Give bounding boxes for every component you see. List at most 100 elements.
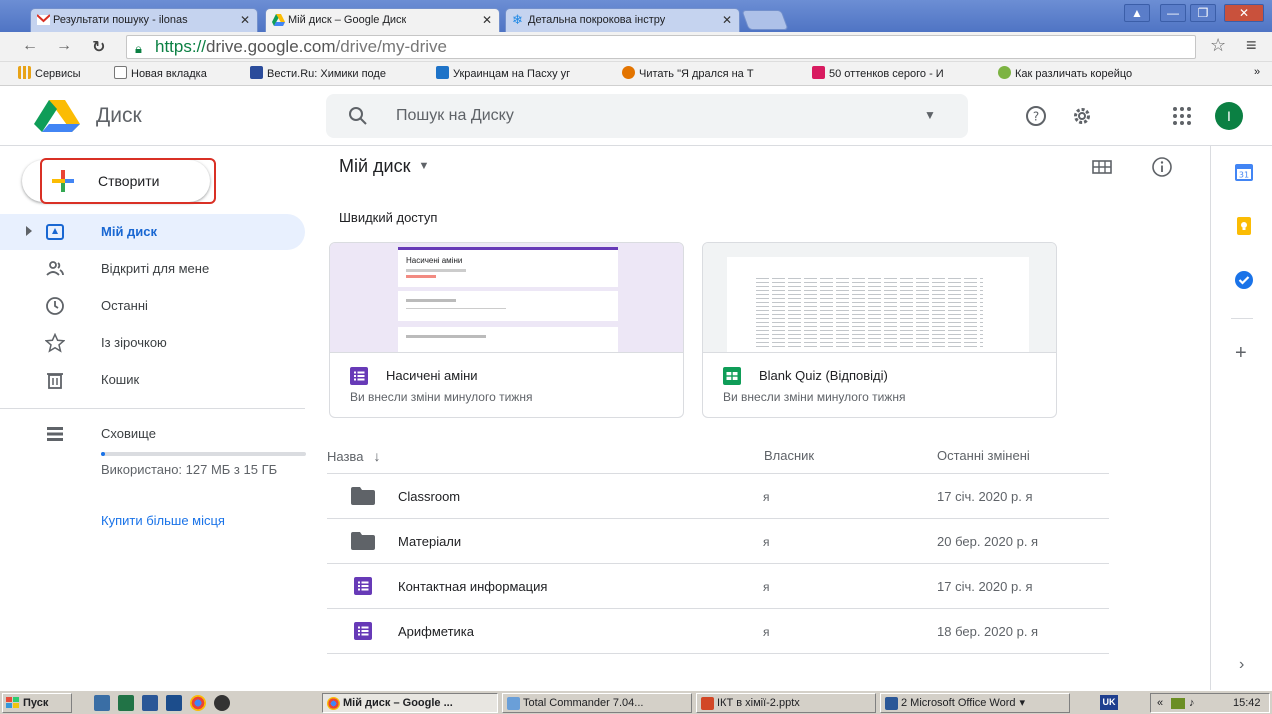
create-button[interactable]: Створити [22, 158, 216, 204]
tab-instructions[interactable]: ❄ Детальна покрокова інстру ✕ [505, 8, 740, 32]
start-button[interactable]: Пуск [2, 693, 72, 713]
volume-icon[interactable]: ♪ [1189, 694, 1195, 712]
snowflake-icon: ❄ [512, 12, 523, 27]
form-preview-header: Насичені аміни [398, 247, 618, 287]
tab-my-drive[interactable]: Мій диск – Google Диск ✕ [265, 8, 500, 32]
info-icon[interactable] [1151, 156, 1173, 178]
chrome-icon[interactable] [190, 695, 206, 711]
drive-app: Диск ▼ ? I Створити [0, 86, 1272, 690]
expand-arrow-icon[interactable] [26, 226, 32, 236]
bookmark-label: 50 оттенков серого - И [829, 68, 944, 80]
bookmark-new-tab[interactable]: Новая вкладка [114, 66, 207, 80]
chevron-down-icon[interactable]: ▼ [418, 160, 429, 172]
buy-storage-link[interactable]: Купити більше місця [101, 513, 225, 528]
word-icon[interactable] [142, 695, 158, 711]
green-circle-icon [998, 66, 1011, 79]
back-icon[interactable]: ← [22, 37, 38, 55]
quick-access-card[interactable]: Насичені аміни Насичені аміни Ви внесли … [329, 242, 684, 418]
column-label: Назва [327, 449, 364, 464]
taskbar-item-total-commander[interactable]: Total Commander 7.04... [502, 693, 692, 713]
more-bookmarks-icon[interactable]: » [1254, 66, 1260, 78]
grid-view-icon[interactable] [1091, 156, 1113, 178]
media-player-icon[interactable] [214, 695, 230, 711]
bookmark-label: Как различать корейцо [1015, 68, 1133, 80]
bookmark-read[interactable]: Читать "Я дрался на Т [622, 66, 790, 80]
sort-arrow-icon[interactable]: ↓ [373, 448, 380, 464]
help-icon[interactable]: ? [1024, 104, 1048, 128]
minimize-button[interactable]: — [1160, 4, 1186, 22]
close-icon[interactable]: ✕ [240, 9, 250, 31]
breadcrumb[interactable]: Мій диск ▼ [339, 156, 429, 177]
vesti-icon [250, 66, 263, 79]
file-row[interactable]: Classroom я 17 січ. 2020 р. я [327, 474, 1109, 519]
quick-access-card[interactable]: Blank Quiz (Відповіді) Ви внесли зміни м… [702, 242, 1057, 418]
avatar[interactable]: I [1215, 102, 1243, 130]
my-drive-icon [46, 224, 64, 240]
page-icon [114, 66, 127, 79]
keep-icon[interactable] [1234, 216, 1254, 236]
user-icon[interactable]: ▲ [1124, 4, 1150, 22]
show-desktop-icon[interactable] [94, 695, 110, 711]
taskbar-item-label: Мій диск – Google ... [343, 697, 453, 709]
sidebar-item-recent[interactable]: Останні [0, 288, 305, 324]
menu-icon[interactable]: ≡ [1246, 35, 1257, 56]
placeholder-line [406, 335, 486, 338]
language-indicator[interactable]: UK [1100, 695, 1118, 710]
excel-icon[interactable] [118, 695, 134, 711]
close-window-button[interactable]: ✕ [1224, 4, 1264, 22]
reload-icon[interactable]: ↻ [92, 37, 105, 57]
bookmark-label: Читать "Я дрался на Т [639, 68, 754, 80]
sidebar-item-shared[interactable]: Відкриті для мене [0, 251, 305, 287]
forms-icon [350, 367, 368, 385]
calendar-icon[interactable]: 31 [1234, 162, 1254, 182]
file-row[interactable]: Арифметика я 18 бер. 2020 р. я [327, 609, 1109, 654]
url-field[interactable]: 🔒︎ https://drive.google.com/drive/my-dri… [126, 35, 1196, 59]
tray-expand-icon[interactable]: « [1157, 694, 1163, 712]
url-scheme: https:// [155, 37, 207, 56]
forward-icon[interactable]: → [56, 37, 72, 55]
search-icon[interactable] [346, 104, 370, 128]
main-content: Мій диск ▼ Швидкий доступ Насичені аміни [315, 146, 1210, 690]
bookmark-korean[interactable]: Как различать корейцо [998, 66, 1166, 80]
network-icon[interactable] [1171, 698, 1185, 709]
add-addon-icon[interactable]: + [1235, 342, 1247, 365]
svg-text:?: ? [1033, 110, 1039, 124]
file-modified: 18 бер. 2020 р. я [937, 624, 1039, 639]
sidebar-item-starred[interactable]: Із зірочкою [0, 325, 305, 361]
column-header-name[interactable]: Назва ↓ [327, 448, 380, 464]
close-icon[interactable]: ✕ [722, 9, 732, 31]
floppy-icon[interactable] [166, 695, 182, 711]
tasks-icon[interactable] [1234, 270, 1254, 290]
sidebar-item-storage[interactable]: Сховище [0, 416, 305, 452]
column-header-modified[interactable]: Останні змінені [937, 448, 1030, 463]
search-box[interactable]: ▼ [326, 94, 968, 138]
file-row[interactable]: Контактная информация я 17 січ. 2020 р. … [327, 564, 1109, 609]
maximize-button[interactable]: ❐ [1190, 4, 1216, 22]
file-name: Насичені аміни [386, 368, 478, 383]
bookmark-50-shades[interactable]: 50 оттенков серого - И [812, 66, 980, 80]
new-tab-button[interactable] [741, 10, 789, 30]
taskbar-item-powerpoint[interactable]: ІКТ в хімії-2.pptx [696, 693, 876, 713]
screen: Результати пошуку - ilonas ✕ Мій диск – … [0, 0, 1272, 714]
form-preview-question [398, 291, 618, 321]
bookmark-easter[interactable]: Украинцам на Пасху уг [436, 66, 604, 80]
file-row[interactable]: Матеріали я 20 бер. 2020 р. я [327, 519, 1109, 564]
lock-icon: 🔒︎ [135, 41, 142, 56]
taskbar-item-chrome[interactable]: Мій диск – Google ... [322, 693, 498, 713]
close-icon[interactable]: ✕ [482, 9, 492, 31]
sidebar-item-my-drive[interactable]: Мій диск [0, 214, 305, 250]
search-options-icon[interactable]: ▼ [924, 108, 936, 122]
bookmark-vesti[interactable]: Вести.Ru: Химики поде [250, 66, 420, 80]
chevron-right-icon[interactable]: › [1239, 656, 1244, 674]
column-header-owner[interactable]: Власник [764, 448, 814, 463]
taskbar-item-word[interactable]: 2 Microsoft Office Word ▾ [880, 693, 1070, 713]
bookmark-services[interactable]: Сервисы [18, 66, 81, 80]
sidebar-item-trash[interactable]: Кошик [0, 362, 305, 398]
folder-icon [351, 532, 375, 550]
search-input[interactable] [396, 104, 916, 128]
taskbar-item-label: ІКТ в хімії-2.pptx [717, 697, 800, 709]
apps-grid-icon[interactable] [1170, 104, 1194, 128]
bookmark-star-icon[interactable]: ☆ [1210, 35, 1226, 56]
settings-gear-icon[interactable] [1070, 104, 1094, 128]
tab-search-results[interactable]: Результати пошуку - ilonas ✕ [30, 8, 258, 32]
